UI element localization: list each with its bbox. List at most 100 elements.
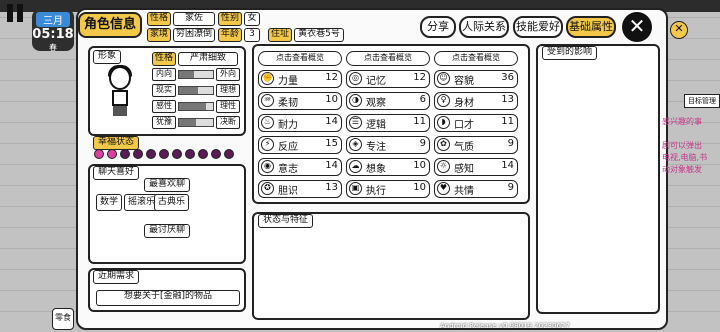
happiness-title: 幸福状态 [93,136,139,150]
profile-label: 住址 [268,28,292,42]
attribute-name: 耐力 [278,120,298,131]
side-text: 感兴趣的事 [662,117,702,126]
attribute-row[interactable]: ◑ 观察 6 [346,92,430,110]
chat-like-tag: 数学 [96,194,123,211]
personality-label: 性格 [152,52,176,66]
trait-row: 犹豫 决断 [152,116,240,129]
attribute-value: 11 [501,116,514,127]
close-button[interactable]: ✕ [622,12,652,42]
attribute-row[interactable]: ◈ 专注 9 [346,136,430,154]
will-icon: ◉ [261,160,274,173]
logic-icon: ☰ [349,116,362,129]
heart-icon [172,149,182,159]
attribute-name: 意志 [278,164,298,175]
overview-button[interactable]: 点击查看概览 [434,51,518,66]
speech-icon: ◗ [437,116,450,129]
attribute-row[interactable]: ♥ 共情 9 [434,180,518,198]
trait-row: 感性 理性 [152,100,240,113]
attribute-row[interactable]: ⚡ 反应 15 [258,136,342,154]
heart-icon [159,149,169,159]
imagine-icon: ☁ [349,160,362,173]
stamina-icon: ♨ [261,116,274,129]
attribute-value: 12 [413,72,426,83]
tab-share[interactable]: 分享 [420,16,456,38]
observe-icon: ◑ [349,94,362,107]
attribute-row[interactable]: ▣ 执行 10 [346,180,430,198]
attribute-row[interactable]: ☼ 感知 14 [434,158,518,176]
status-section [252,212,530,320]
courage-icon: ✪ [261,182,274,195]
attribute-name: 专注 [366,142,386,153]
execute-icon: ▣ [349,182,362,195]
personality-value: 严肃细致 [178,52,238,66]
tab-relations[interactable]: 人际关系 [459,16,509,38]
attribute-row[interactable]: ✊ 力量 12 [258,70,342,88]
pause-button[interactable] [4,2,26,24]
attribute-row[interactable]: ✪ 胆识 13 [258,180,342,198]
attribute-value: 12 [325,72,338,83]
attribute-row[interactable]: ◗ 口才 11 [434,114,518,132]
trait-left: 内向 [152,68,176,81]
dislikes-title: 最讨厌聊 [144,224,191,238]
panel-title: 角色信息 [78,12,142,38]
figure-icon: ♀ [437,94,450,107]
attribute-value: 14 [325,116,338,127]
attribute-row[interactable]: ♨ 耐力 14 [258,114,342,132]
profile-label: 性格 [147,12,171,26]
empathy-icon: ♥ [437,182,450,195]
tab-skills[interactable]: 技能爱好 [513,16,563,38]
temperament-icon: ✿ [437,138,450,151]
snack-label: 零食 [55,313,71,322]
goal-manage-button[interactable]: 目标管理 [684,94,720,108]
reaction-icon: ⚡ [261,138,274,151]
attribute-value: 13 [325,182,338,193]
trait-left: 现实 [152,84,176,97]
side-text: 电视,电脑,书 [662,153,708,162]
trait-left: 犹豫 [152,116,176,129]
heart-icon [185,149,195,159]
overview-button[interactable]: 点击查看概览 [258,51,342,66]
attribute-row[interactable]: ◎ 记忆 12 [346,70,430,88]
attribute-name: 胆识 [278,186,298,197]
attribute-row[interactable]: ☰ 逻辑 11 [346,114,430,132]
attribute-value: 14 [325,160,338,171]
heart-icon [211,149,221,159]
trait-right: 决断 [216,116,240,129]
close-icon[interactable]: ✕ [670,21,688,39]
attribute-value: 13 [501,94,514,105]
attribute-row[interactable]: ☁ 想象 10 [346,158,430,176]
attribute-name: 逻辑 [366,120,386,131]
character-avatar [100,65,140,118]
attribute-row[interactable]: ☺ 容貌 36 [434,70,518,88]
influence-section [536,44,660,314]
heart-icon [107,149,117,159]
attribute-row[interactable]: ♒ 柔韧 10 [258,92,342,110]
trait-right: 理性 [216,100,240,113]
attribute-value: 14 [501,160,514,171]
profile-label: 性别 [218,12,242,26]
attribute-row[interactable]: ♀ 身材 13 [434,92,518,110]
attribute-name: 共情 [454,186,474,197]
side-text: 剧可以弹出 [662,141,702,150]
status-title: 状态与特征 [258,214,314,228]
recent-need: 想要关于[金融]的物品 [96,290,240,306]
attribute-name: 柔韧 [278,98,298,109]
date-widget: 三月 05:18 春 [32,9,74,52]
trait-right: 理想 [216,84,240,97]
attribute-value: 6 [419,94,426,105]
side-text: 动对象触发 [662,165,702,174]
overview-button[interactable]: 点击查看概览 [346,51,430,66]
attribute-name: 容貌 [454,76,474,87]
chat-title: 聊天喜好 [93,166,140,180]
heart-icon [133,149,143,159]
likes-title: 最喜欢聊 [144,178,191,192]
attribute-name: 口才 [454,120,474,131]
attribute-row[interactable]: ◉ 意志 14 [258,158,342,176]
attribute-name: 力量 [278,76,298,87]
tab-basic-attributes[interactable]: 基础属性 [566,16,616,38]
attribute-name: 反应 [278,142,298,153]
trait-left: 感性 [152,100,176,113]
attribute-row[interactable]: ✿ 气质 9 [434,136,518,154]
heart-icon [94,149,104,159]
attribute-value: 15 [325,138,338,149]
